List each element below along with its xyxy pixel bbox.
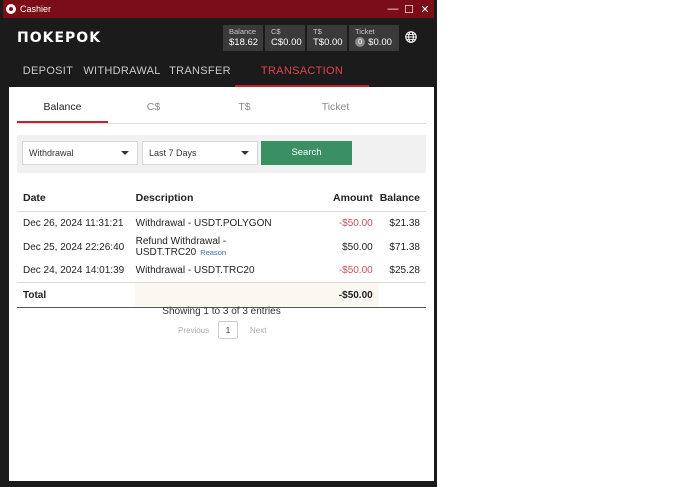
date-range-select[interactable]: Last 7 Days: [142, 141, 258, 165]
subtab-ticket[interactable]: Ticket: [290, 95, 381, 123]
row-description: Withdrawal - USDT.TRC20: [135, 265, 255, 276]
cash-dollar-label: C$: [271, 27, 281, 36]
ticket-box: Ticket 0 $0.00: [349, 25, 399, 51]
tab-deposit[interactable]: DEPOSIT: [15, 58, 81, 87]
row-description-cell: Refund Withdrawal - USDT.TRC20 Reason: [135, 235, 313, 259]
app-icon: [6, 4, 16, 14]
header-description[interactable]: Description: [134, 185, 313, 212]
currency-subtabs: Balance C$ T$ Ticket: [17, 95, 426, 124]
row-amount: -$50.00: [338, 265, 373, 276]
transaction-type-select[interactable]: Withdrawal: [22, 141, 138, 165]
balance-label: Balance: [229, 27, 257, 36]
previous-page-button[interactable]: Previous: [178, 326, 209, 335]
ticket-count-badge: 0: [355, 37, 366, 47]
tournament-dollar-label: T$: [313, 27, 322, 36]
main-nav: DEPOSIT WITHDRAWAL TRANSFER TRANSACTION …: [3, 58, 434, 103]
date-range-value: Last 7 Days: [149, 148, 197, 158]
cash-dollar-box: C$ C$0.00: [265, 25, 305, 51]
balance-box: Balance $18.62: [223, 25, 263, 51]
next-page-button[interactable]: Next: [250, 326, 266, 335]
row-balance: $25.28: [389, 265, 420, 276]
header-amount[interactable]: Amount: [312, 185, 379, 212]
subtab-cash-dollar[interactable]: C$: [108, 95, 199, 123]
row-balance: $71.38: [389, 241, 420, 253]
chevron-down-icon: [241, 151, 249, 155]
tournament-dollar-value: T$0.00: [313, 37, 343, 48]
filter-bar: Withdrawal Last 7 Days Search: [17, 135, 426, 173]
maximize-icon[interactable]: ☐: [402, 3, 416, 16]
table-row: Dec 26, 2024 11:31:21 Withdrawal - USDT.…: [17, 212, 426, 236]
ticket-value: $0.00: [368, 37, 392, 48]
search-button[interactable]: Search: [261, 141, 352, 165]
header-bar: ПOKEPOK Balance $18.62 C$ C$0.00 T$ T$0.…: [3, 18, 434, 58]
tab-withdrawal[interactable]: WITHDRAWAL: [83, 58, 161, 87]
reason-link[interactable]: Reason: [200, 248, 226, 257]
total-row: Total -$50.00: [17, 282, 426, 308]
transactions-table: Date Description Amount Balance Dec 26, …: [17, 185, 426, 308]
total-label: Total: [17, 282, 135, 308]
table-header-row: Date Description Amount Balance: [17, 185, 426, 212]
header-date[interactable]: Date: [17, 185, 135, 212]
table-row: Dec 25, 2024 22:26:40 Refund Withdrawal …: [17, 235, 426, 259]
row-balance: $21.38: [389, 218, 420, 229]
total-spacer: [134, 282, 313, 308]
row-date: Dec 25, 2024 22:26:40: [23, 241, 125, 253]
brand-logo: ПOKEPOK: [17, 30, 102, 46]
table-row: Dec 24, 2024 14:01:39 Withdrawal - USDT.…: [17, 259, 426, 283]
ticket-value-line: 0 $0.00: [355, 36, 394, 49]
subtab-balance[interactable]: Balance: [17, 95, 108, 123]
transaction-type-value: Withdrawal: [29, 148, 74, 158]
entries-summary: Showing 1 to 3 of 3 entries: [162, 306, 281, 317]
chevron-down-icon: [121, 151, 129, 155]
transaction-history-panel: Balance C$ T$ Ticket Withdrawal Last 7 D…: [9, 87, 434, 481]
tab-transfer[interactable]: TRANSFER: [167, 58, 233, 87]
window-title: Cashier: [20, 4, 52, 14]
globe-icon[interactable]: [405, 31, 417, 43]
minimize-icon[interactable]: —: [386, 3, 400, 15]
balance-value: $18.62: [229, 37, 259, 48]
row-amount: -$50.00: [338, 218, 373, 229]
header-balance[interactable]: Balance: [378, 185, 426, 212]
subtab-tournament-dollar[interactable]: T$: [199, 95, 290, 123]
ticket-label: Ticket: [355, 27, 375, 36]
pagination: Previous 1 Next: [9, 321, 434, 341]
row-description: Withdrawal - USDT.POLYGON: [135, 218, 272, 229]
title-bar: Cashier — ☐ ✕: [3, 0, 434, 18]
cash-dollar-value: C$0.00: [271, 37, 302, 48]
cashier-window: Cashier — ☐ ✕ ПOKEPOK Balance $18.62 C$ …: [0, 0, 437, 487]
row-amount: $50.00: [342, 241, 373, 253]
row-date: Dec 26, 2024 11:31:21: [23, 218, 124, 229]
close-icon[interactable]: ✕: [418, 3, 432, 16]
page-number-button[interactable]: 1: [218, 321, 238, 339]
tab-transaction-history[interactable]: TRANSACTION HISTORY: [235, 58, 369, 103]
total-balance-empty: [378, 282, 426, 308]
total-amount: -$50.00: [312, 282, 379, 308]
tournament-dollar-box: T$ T$0.00: [307, 25, 347, 51]
row-date: Dec 24, 2024 14:01:39: [23, 265, 125, 276]
